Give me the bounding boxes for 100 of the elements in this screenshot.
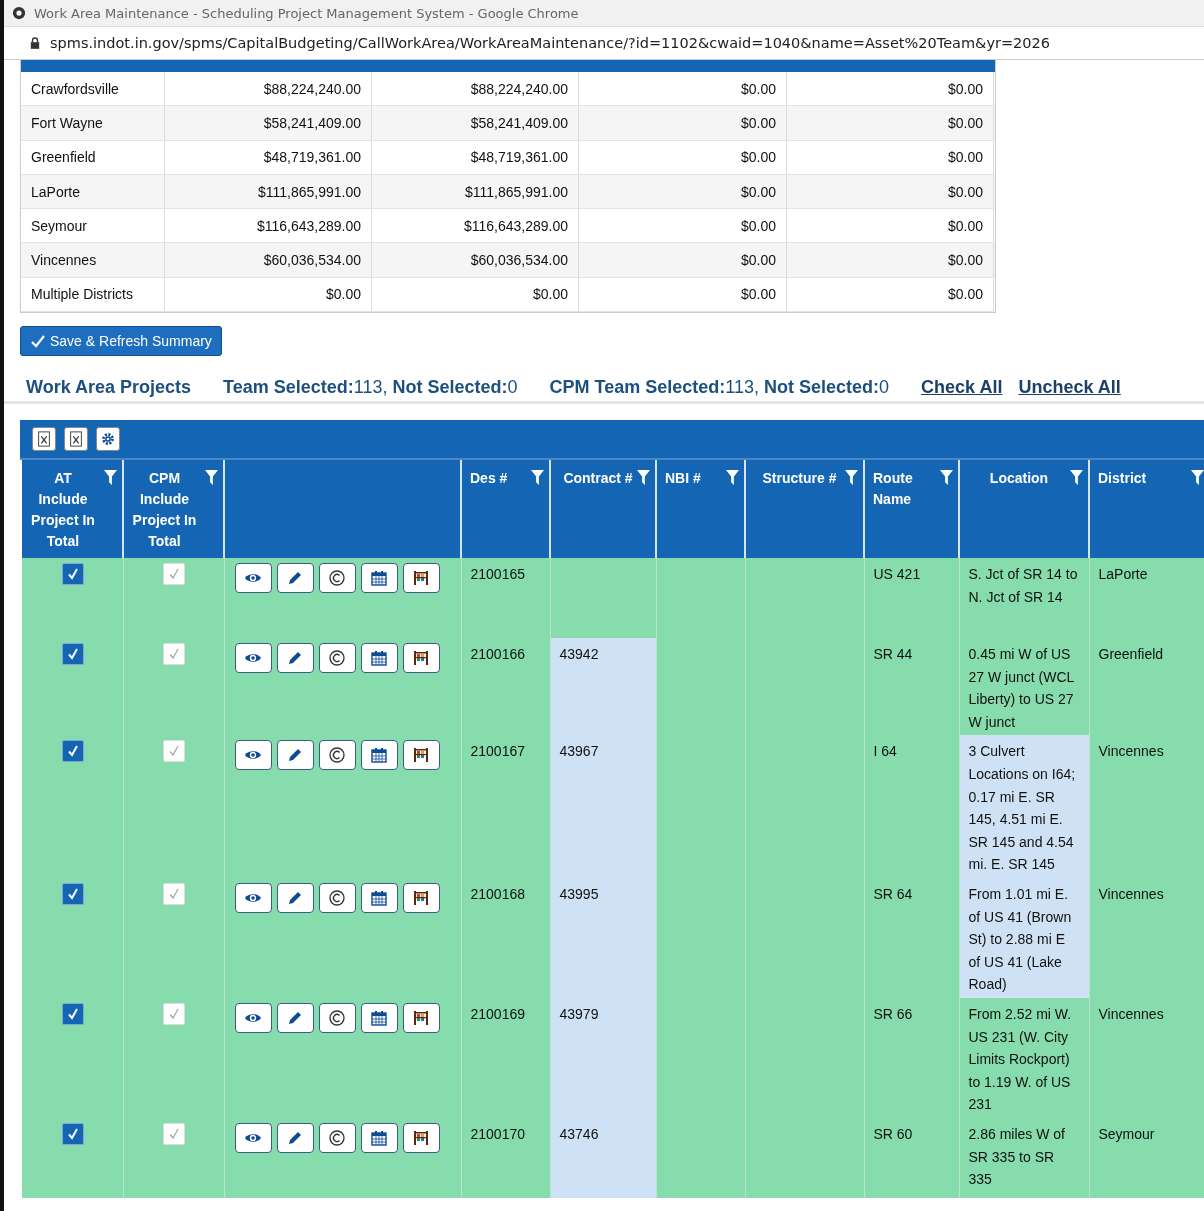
checkbox[interactable]: [61, 643, 84, 666]
copyright-icon: [328, 889, 346, 907]
address-url[interactable]: spms.indot.in.gov/spms/CapitalBudgeting/CallWorkArea/WorkAreaMaintenance/?id=1102&cwaid=1040&name=Asset%20Team&yr=2026: [50, 35, 1050, 51]
table-cell: Fort Wayne: [21, 106, 165, 141]
filter-icon[interactable]: [637, 470, 650, 486]
copyright-icon: [328, 746, 346, 765]
settings-icon: [101, 432, 115, 447]
table-cell: $111,865,991.00: [165, 174, 372, 210]
view-button[interactable]: [234, 563, 272, 594]
table-cell: $0.00: [787, 174, 994, 210]
pencil-icon: [286, 1009, 304, 1027]
schedule-button[interactable]: [360, 643, 398, 674]
table-cell: $0.00: [787, 243, 994, 278]
schedule-button[interactable]: [360, 563, 398, 594]
table-cell: 43942: [550, 638, 656, 736]
chart-button[interactable]: [402, 883, 440, 913]
export-button[interactable]: [64, 427, 88, 452]
edit-button[interactable]: [276, 1122, 314, 1153]
table-cell: $60,036,534.00: [165, 243, 372, 278]
table-cell: SR 64: [864, 878, 959, 998]
abacus-icon: [412, 649, 430, 668]
calendar-icon: [370, 569, 388, 588]
schedule-button[interactable]: [360, 883, 398, 913]
table-cell: From 1.01 mi E. of US 41 (Brown St) to 2.88 mi E of US 41 (Lake Road): [959, 878, 1089, 998]
column-header: Des #: [461, 460, 550, 559]
table-cell: $0.00: [787, 106, 994, 141]
view-button[interactable]: [234, 1003, 272, 1033]
table-cell: 2100168: [461, 878, 550, 998]
edit-button[interactable]: [276, 643, 314, 674]
edit-button[interactable]: [276, 883, 314, 913]
abacus-icon: [412, 746, 430, 765]
column-header: Structure #: [745, 460, 864, 559]
chart-button[interactable]: [402, 740, 440, 771]
chart-button[interactable]: [402, 563, 440, 594]
filter-icon[interactable]: [205, 470, 218, 486]
table-cell: $48,719,361.00: [372, 140, 579, 175]
spreadsheet-icon: [68, 431, 84, 448]
view-button[interactable]: [234, 643, 272, 674]
edit-button[interactable]: [276, 563, 314, 594]
checkbox[interactable]: [61, 883, 84, 905]
cpm-selection-count: CPM Team Selected:113, Not Selected:0: [549, 377, 890, 399]
view-button[interactable]: [234, 1122, 272, 1153]
link[interactable]: Check All: [921, 377, 1003, 399]
filter-icon[interactable]: [940, 470, 953, 486]
column-header: Route Name: [864, 460, 959, 559]
table-cell: 2100169: [461, 998, 550, 1118]
table-cell: $58,241,409.00: [372, 106, 579, 141]
filter-icon[interactable]: [726, 470, 739, 486]
table-cell: $60,036,534.00: [372, 243, 579, 278]
filter-icon[interactable]: [104, 470, 117, 486]
table-cell: $0.00: [579, 277, 787, 313]
chart-button[interactable]: [402, 1122, 440, 1153]
team-selection-count: Team Selected:113, Not Selected:0: [223, 377, 518, 399]
table-cell: $0.00: [579, 106, 787, 141]
edit-button[interactable]: [276, 740, 314, 771]
checkbox[interactable]: [61, 740, 84, 763]
table-cell: Vincennes: [1089, 735, 1204, 878]
pencil-icon: [286, 889, 304, 907]
table-cell: I 64: [864, 735, 959, 878]
table-cell: SR 44: [864, 638, 959, 736]
table-cell: Vincennes: [1089, 998, 1204, 1118]
copyright-icon: [328, 649, 346, 668]
checkbox[interactable]: [61, 1122, 84, 1145]
copyright-button[interactable]: [318, 883, 356, 913]
chart-button[interactable]: [402, 643, 440, 674]
schedule-button[interactable]: [360, 1003, 398, 1033]
export-button[interactable]: [32, 427, 56, 452]
copyright-button[interactable]: [318, 1003, 356, 1033]
checkbox[interactable]: [61, 1003, 84, 1025]
table-cell: $111,865,991.00: [372, 174, 579, 210]
checkbox[interactable]: [61, 563, 84, 586]
schedule-button[interactable]: [360, 740, 398, 771]
edit-button[interactable]: [276, 1003, 314, 1033]
copyright-button[interactable]: [318, 740, 356, 771]
table-cell: Vincennes: [21, 243, 165, 278]
table-cell: $0.00: [787, 277, 994, 313]
abacus-icon: [412, 1009, 430, 1027]
calendar-icon: [370, 889, 388, 907]
calendar-icon: [370, 1128, 388, 1147]
link[interactable]: Uncheck All: [1018, 377, 1121, 399]
table-cell: 0.45 mi W of US 27 W junct (WCL Liberty) to US 27 W junct: [959, 638, 1089, 736]
copyright-icon: [328, 1128, 346, 1147]
copyright-button[interactable]: [318, 1122, 356, 1153]
copyright-button[interactable]: [318, 563, 356, 594]
save-button[interactable]: Save & Refresh Summary: [20, 326, 222, 357]
copyright-button[interactable]: [318, 643, 356, 674]
filter-icon[interactable]: [531, 470, 544, 486]
filter-icon[interactable]: [1191, 470, 1204, 486]
table-cell: $0.00: [579, 243, 787, 278]
chart-button[interactable]: [402, 1003, 440, 1033]
column-header: Contract #: [550, 460, 656, 559]
filter-icon[interactable]: [1070, 470, 1083, 486]
calendar-icon: [370, 746, 388, 765]
view-button[interactable]: [234, 883, 272, 913]
schedule-button[interactable]: [360, 1122, 398, 1153]
filter-icon[interactable]: [845, 470, 858, 486]
table-cell: Multiple Districts: [21, 277, 165, 313]
table-cell: 2100166: [461, 638, 550, 736]
view-button[interactable]: [234, 740, 272, 771]
settings-button[interactable]: [96, 427, 120, 452]
